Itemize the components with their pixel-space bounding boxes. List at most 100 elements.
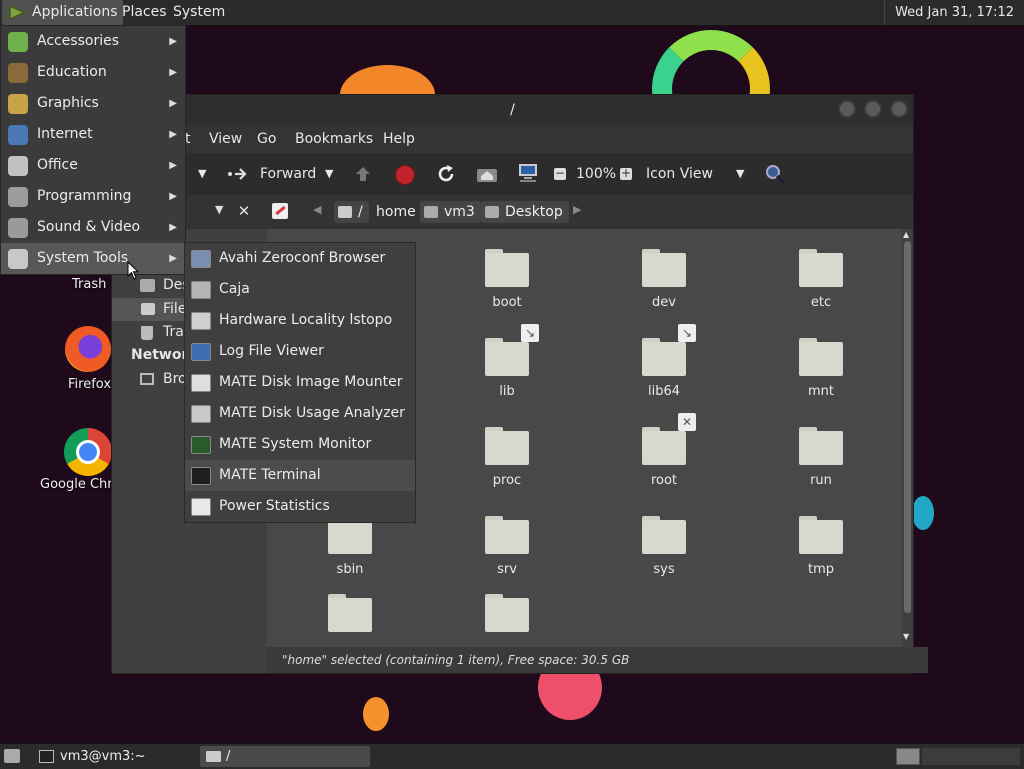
folder-label[interactable]: mnt — [761, 384, 881, 399]
chrome-icon[interactable] — [64, 428, 112, 476]
maximize-button[interactable] — [864, 100, 882, 118]
places-menu-button[interactable]: Places — [117, 0, 172, 25]
app-menu-item-label: Programming — [37, 188, 132, 204]
folder-icon[interactable] — [328, 594, 372, 632]
desktop-firefox-label[interactable]: Firefox — [68, 377, 111, 392]
edit-location-icon[interactable] — [272, 203, 288, 219]
folder-icon[interactable] — [642, 427, 686, 465]
folder-icon[interactable] — [485, 338, 529, 376]
folder-label[interactable]: lib64 — [604, 384, 724, 399]
system-tools-item-hardware-locality-lstopo[interactable]: Hardware Locality lstopo — [185, 305, 415, 336]
folder-label[interactable]: etc — [761, 295, 881, 310]
reload-icon[interactable] — [436, 164, 456, 184]
crumb-home[interactable]: home — [370, 201, 422, 223]
folder-label[interactable]: boot — [447, 295, 567, 310]
up-icon[interactable] — [354, 165, 372, 183]
desktop-chrome-label[interactable]: Google Chr — [40, 477, 113, 492]
app-menu-item-sound-video[interactable]: Sound & Video ▶ — [1, 212, 185, 243]
close-button[interactable] — [890, 100, 908, 118]
folder-icon[interactable] — [799, 516, 843, 554]
folder-icon — [206, 751, 221, 762]
app-menu-item-system-tools[interactable]: System Tools ▶ — [1, 243, 185, 274]
applications-menu-button[interactable]: Applications — [2, 0, 123, 25]
stop-icon[interactable] — [395, 165, 415, 185]
app-menu-item-graphics[interactable]: Graphics ▶ — [1, 88, 185, 119]
system-tools-item-log-file-viewer[interactable]: Log File Viewer — [185, 336, 415, 367]
workspace-switcher[interactable] — [896, 748, 920, 765]
crumb-vm3[interactable]: vm3 — [420, 201, 481, 223]
folder-icon[interactable] — [642, 249, 686, 287]
workspace-2[interactable] — [922, 748, 1020, 765]
scroll-down-icon[interactable]: ▼ — [903, 632, 909, 641]
system-tools-item-mate-terminal[interactable]: MATE Terminal — [185, 460, 415, 491]
search-icon[interactable] — [764, 163, 786, 185]
folder-icon[interactable] — [485, 427, 529, 465]
taskbar-terminal[interactable]: vm3@vm3:~ — [34, 746, 220, 767]
folder-icon[interactable] — [485, 249, 529, 287]
zoom-level[interactable]: 100% — [576, 153, 616, 195]
folder-icon[interactable] — [642, 338, 686, 376]
back-dropdown-icon[interactable]: ▼ — [198, 153, 206, 195]
network-icon — [140, 373, 154, 385]
folder-icon[interactable] — [799, 249, 843, 287]
forward-icon[interactable] — [227, 166, 249, 182]
crumb-right-arrow-icon[interactable]: ▶ — [573, 203, 581, 216]
scroll-up-icon[interactable]: ▲ — [903, 230, 909, 239]
minimize-button[interactable] — [838, 100, 856, 118]
system-tools-item-mate-disk-usage-analyzer[interactable]: MATE Disk Usage Analyzer — [185, 398, 415, 429]
view-mode-dropdown-icon[interactable]: ▼ — [736, 153, 744, 195]
folder-label[interactable]: dev — [604, 295, 724, 310]
system-tools-item-mate-system-monitor[interactable]: MATE System Monitor — [185, 429, 415, 460]
app-menu-item-internet[interactable]: Internet ▶ — [1, 119, 185, 150]
system-tools-item-mate-disk-image-mounter[interactable]: MATE Disk Image Mounter — [185, 367, 415, 398]
folder-label[interactable]: proc — [447, 473, 567, 488]
scrollbar-thumb[interactable] — [904, 241, 911, 613]
folder-icon[interactable] — [485, 516, 529, 554]
view-mode-select[interactable]: Icon View — [646, 153, 713, 195]
scrollbar[interactable]: ▲ ▼ — [902, 229, 913, 647]
crumb-desktop[interactable]: Desktop — [481, 201, 569, 223]
desktop-trash-label[interactable]: Trash — [72, 277, 106, 292]
folder-label[interactable]: sbin — [290, 562, 410, 577]
system-tools-item-caja[interactable]: Caja — [185, 274, 415, 305]
app-menu-item-education[interactable]: Education ▶ — [1, 57, 185, 88]
folder-icon[interactable] — [799, 338, 843, 376]
system-menu-button[interactable]: System — [168, 0, 230, 25]
folder-label[interactable]: root — [604, 473, 724, 488]
folder-label[interactable]: tmp — [761, 562, 881, 577]
folder-label[interactable]: srv — [447, 562, 567, 577]
crumb-left-arrow-icon[interactable]: ◀ — [313, 203, 321, 216]
crumb-root[interactable]: / — [334, 201, 369, 223]
forward-button[interactable]: Forward — [260, 153, 316, 195]
menu-help[interactable]: Help — [383, 125, 415, 153]
folder-body — [485, 342, 529, 376]
pencil — [275, 205, 286, 216]
app-menu-item-office[interactable]: Office ▶ — [1, 150, 185, 181]
menu-bookmarks[interactable]: Bookmarks — [295, 125, 373, 153]
menu-view[interactable]: View — [209, 125, 242, 153]
sidebar-close-icon[interactable]: ✕ — [233, 199, 255, 223]
window-titlebar[interactable]: / — [112, 95, 913, 125]
folder-label[interactable]: lib — [447, 384, 567, 399]
firefox-icon[interactable] — [65, 326, 111, 372]
taskbar-files[interactable]: / — [200, 746, 370, 767]
folder-body — [328, 598, 372, 632]
clock[interactable]: Wed Jan 31, 17:12 — [884, 0, 1024, 25]
folder-icon[interactable] — [642, 516, 686, 554]
zoom-out-icon[interactable]: − — [554, 167, 566, 180]
menu-go[interactable]: Go — [257, 125, 276, 153]
app-menu-item-programming[interactable]: Programming ▶ — [1, 181, 185, 212]
sidebar-dropdown-icon[interactable]: ▼ — [215, 203, 223, 216]
folder-label[interactable]: sys — [604, 562, 724, 577]
system-tools-item-avahi-zeroconf-browser[interactable]: Avahi Zeroconf Browser — [185, 243, 415, 274]
folder-icon[interactable] — [485, 594, 529, 632]
zoom-in-icon[interactable]: + — [620, 167, 632, 180]
folder-icon[interactable] — [799, 427, 843, 465]
computer-icon[interactable] — [517, 163, 539, 183]
home-icon[interactable] — [476, 165, 498, 183]
folder-label[interactable]: run — [761, 473, 881, 488]
system-tools-item-power-statistics[interactable]: Power Statistics — [185, 491, 415, 522]
app-menu-item-accessories[interactable]: Accessories ▶ — [1, 26, 185, 57]
forward-dropdown-icon[interactable]: ▼ — [325, 153, 333, 195]
show-desktop-icon[interactable] — [4, 749, 20, 763]
